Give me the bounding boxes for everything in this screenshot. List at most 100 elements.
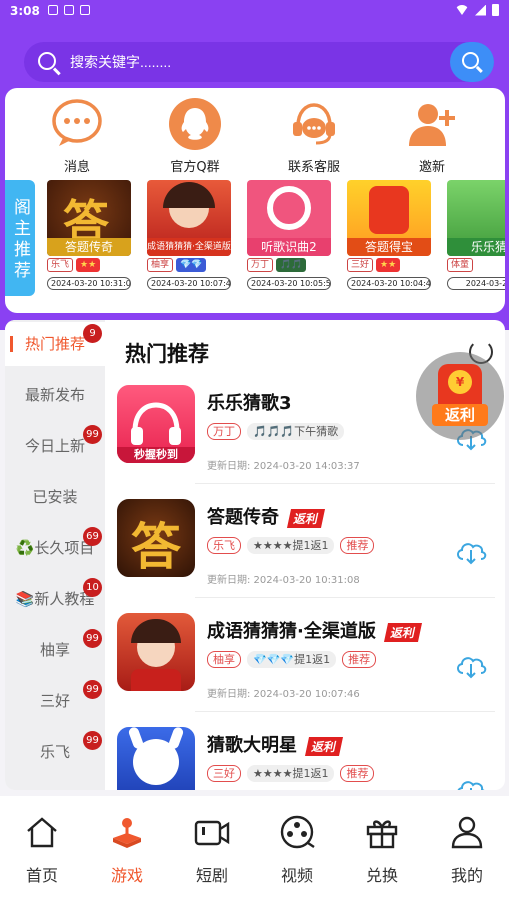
game-tag: 万丁 [207,423,241,440]
game-time: 2024-03-20 10:05:52 [247,277,331,290]
quick-action-label: 官方Q群 [170,160,220,175]
download-icon[interactable] [455,777,487,790]
count-badge: 99 [83,731,102,750]
sidebar-item-label: 已安装 [32,488,78,506]
rebate-badge: 返利 [383,622,422,642]
game-time: 2024-03-20 10:31:08 [47,277,131,290]
joystick-icon [113,818,141,848]
home-icon [27,817,57,848]
game-tag: 三好 [347,258,374,272]
status-time: 3:08 [10,4,40,18]
category-sidebar: 热门推荐 9 最新发布 今日上新 99 已安装 ♻️长久项目 69 📚新人教程 … [5,320,105,790]
featured-games-row: 答 答题传奇 乐飞 ★★ 2024-03-20 10:31:08 成语猜猜猜·全渠… [47,180,505,302]
character-hair [163,182,215,208]
nav-label: 我的 [450,866,483,885]
sidebar-item-latest[interactable]: 最新发布 [5,373,105,417]
sidebar-item-label: 📚新人教程 [15,590,95,608]
search-icon [462,52,479,69]
quick-action-label: 联系客服 [287,160,340,175]
download-icon[interactable] [455,653,487,679]
search-icon [38,52,56,70]
nav-label: 短剧 [195,866,228,885]
featured-game-card[interactable]: 答题得宝 三好 ★★ 2024-03-20 10:04:49 [347,180,433,290]
red-envelope [369,186,409,234]
game-title: 答题传奇 [47,238,131,256]
game-icon: 秒握秒到 [117,385,195,463]
customer-service-icon [286,96,342,152]
notification-icon [80,5,90,15]
game-row[interactable]: 答 答题传奇 返利 乐飞 ★★★★提1返1 推荐 更新日期: 2024-03-20… [105,499,505,611]
game-time: 2024-03-20 [447,277,505,290]
coin-icon: ¥ [448,370,472,394]
game-tag: ★★★★提1返1 [247,765,335,782]
nav-short-drama[interactable]: 短剧 [177,814,247,886]
quick-action-qq-group[interactable]: 官方Q群 [145,96,245,175]
recommend-tag: 阁主推荐 [5,180,35,296]
game-tag: 💎💎 [176,258,207,272]
character-outfit [131,669,181,691]
nav-exchange[interactable]: 兑换 [347,814,417,886]
rebate-badge: 返利 [304,736,344,756]
battery-icon [492,4,499,16]
game-icon-label: 秒握秒到 [117,447,195,463]
game-row[interactable]: 成语猜猜猜·全渠道版 返利 柚享 💎💎💎提1返1 推荐 更新日期: 2024-03… [105,613,505,725]
sidebar-item-label: 今日上新 [24,437,85,455]
film-reel-icon [280,815,315,849]
game-name-text: 答题传奇 [207,507,279,528]
notification-icons [48,5,90,15]
game-thumbnail: 成语猜猜猜·全渠道版 [147,180,231,256]
game-tag: ★★★★提1返1 [247,537,335,554]
update-date: 更新日期: 2024-03-20 10:07:46 [207,689,360,700]
count-badge: 99 [83,680,102,699]
nav-games[interactable]: 游戏 [92,814,162,886]
sidebar-item-installed[interactable]: 已安装 [5,475,105,519]
notification-icon [48,5,58,15]
game-tag: 三好 [207,765,241,782]
quick-action-messages[interactable]: 消息 [27,96,127,175]
bottom-navigation: 首页 游戏 短剧 视频 兑换 我的 [0,796,509,906]
floating-rebate-button[interactable]: ¥ 返利 [416,352,504,440]
nav-home[interactable]: 首页 [7,814,77,886]
qq-icon [167,96,223,152]
game-tag: 柚享 [147,258,174,272]
featured-game-card[interactable]: 乐乐猜 体童 2024-03-20 [447,180,505,290]
notification-icon [64,5,74,15]
game-time: 2024-03-20 10:04:49 [347,277,431,290]
download-icon[interactable] [455,539,487,565]
game-name-text: 猜歌大明星 [207,735,297,756]
game-title: 成语猜猜猜·全渠道版 [147,238,231,256]
game-icon: 答 [117,499,195,577]
nav-profile[interactable]: 我的 [432,814,502,886]
featured-game-card[interactable]: 答 答题传奇 乐飞 ★★ 2024-03-20 10:31:08 [47,180,133,290]
game-tag: 推荐 [340,537,375,554]
game-tag: ★★ [76,258,101,272]
game-name-text: 成语猜猜猜·全渠道版 [207,621,376,642]
game-tag: 💎💎💎提1返1 [247,651,337,668]
sidebar-item-label: 热门推荐 [24,335,85,353]
bunny-ear [127,727,145,751]
nav-video[interactable]: 视频 [262,814,332,886]
featured-game-card[interactable]: 成语猜猜猜·全渠道版 柚享 💎💎 2024-03-20 10:07:46 [147,180,233,290]
game-time: 2024-03-20 10:07:46 [147,277,231,290]
quick-action-invite[interactable]: 邀新 [382,96,482,175]
video-camera-icon [194,820,230,846]
game-tag: 🎵🎵🎵下午猜歌 [247,423,345,440]
game-icon-glyph: 答 [131,517,181,576]
game-icon [117,613,195,691]
sidebar-item-label: 三好 [39,692,70,710]
section-title: 热门推荐 [125,342,209,366]
sidebar-item-label: 柚享 [39,641,70,659]
wifi-icon [455,5,469,15]
game-row[interactable]: 猜歌大明星 返利 三好 ★★★★提1返1 推荐 [105,727,505,790]
game-name-text: 乐乐猜歌3 [207,393,292,414]
featured-game-card[interactable]: 听歌识曲2 万丁 🎵🎵 2024-03-20 10:05:52 [247,180,333,290]
quick-action-support[interactable]: 联系客服 [264,96,364,175]
game-thumbnail: 乐乐猜 [447,180,505,256]
status-right [455,4,499,16]
search-button[interactable] [450,42,494,82]
update-date: 更新日期: 2024-03-20 14:03:37 [207,461,360,472]
search-input[interactable] [70,42,450,82]
search-bar[interactable] [24,42,494,82]
signal-icon [475,4,486,16]
sidebar-item-label: 最新发布 [24,386,85,404]
